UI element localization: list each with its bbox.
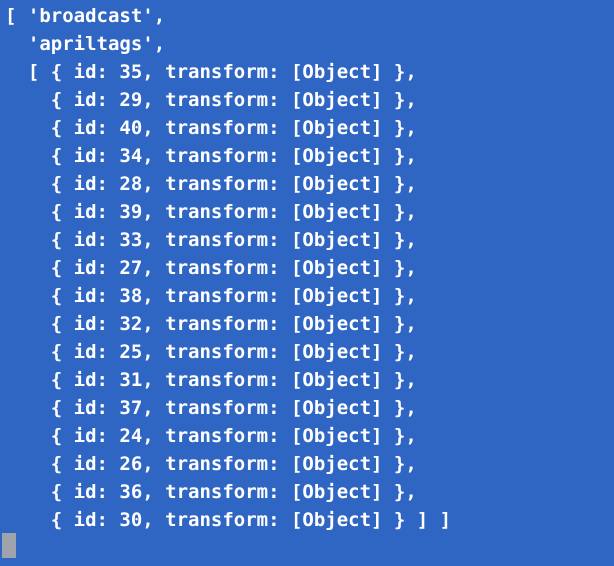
output-line: { id: 34, transform: [Object] }, (5, 145, 417, 167)
output-line: { id: 30, transform: [Object] } ] ] (5, 509, 452, 531)
output-line: { id: 28, transform: [Object] }, (5, 173, 417, 195)
output-line: { id: 25, transform: [Object] }, (5, 341, 417, 363)
terminal-output: [ 'broadcast', 'apriltags', [ { id: 35, … (5, 2, 451, 534)
output-line: 'apriltags', (5, 33, 166, 55)
output-line: { id: 36, transform: [Object] }, (5, 481, 417, 503)
output-line: { id: 40, transform: [Object] }, (5, 117, 417, 139)
output-line: { id: 29, transform: [Object] }, (5, 89, 417, 111)
output-line: { id: 38, transform: [Object] }, (5, 285, 417, 307)
output-line: { id: 33, transform: [Object] }, (5, 229, 417, 251)
output-line: { id: 24, transform: [Object] }, (5, 425, 417, 447)
output-line: { id: 31, transform: [Object] }, (5, 369, 417, 391)
text-cursor (2, 533, 16, 558)
output-line: { id: 32, transform: [Object] }, (5, 313, 417, 335)
output-line: { id: 27, transform: [Object] }, (5, 257, 417, 279)
terminal-window[interactable]: [ 'broadcast', 'apriltags', [ { id: 35, … (0, 0, 614, 566)
output-line: [ 'broadcast', (5, 5, 166, 27)
output-line: { id: 37, transform: [Object] }, (5, 397, 417, 419)
output-line: [ { id: 35, transform: [Object] }, (5, 61, 417, 83)
output-line: { id: 26, transform: [Object] }, (5, 453, 417, 475)
output-line: { id: 39, transform: [Object] }, (5, 201, 417, 223)
